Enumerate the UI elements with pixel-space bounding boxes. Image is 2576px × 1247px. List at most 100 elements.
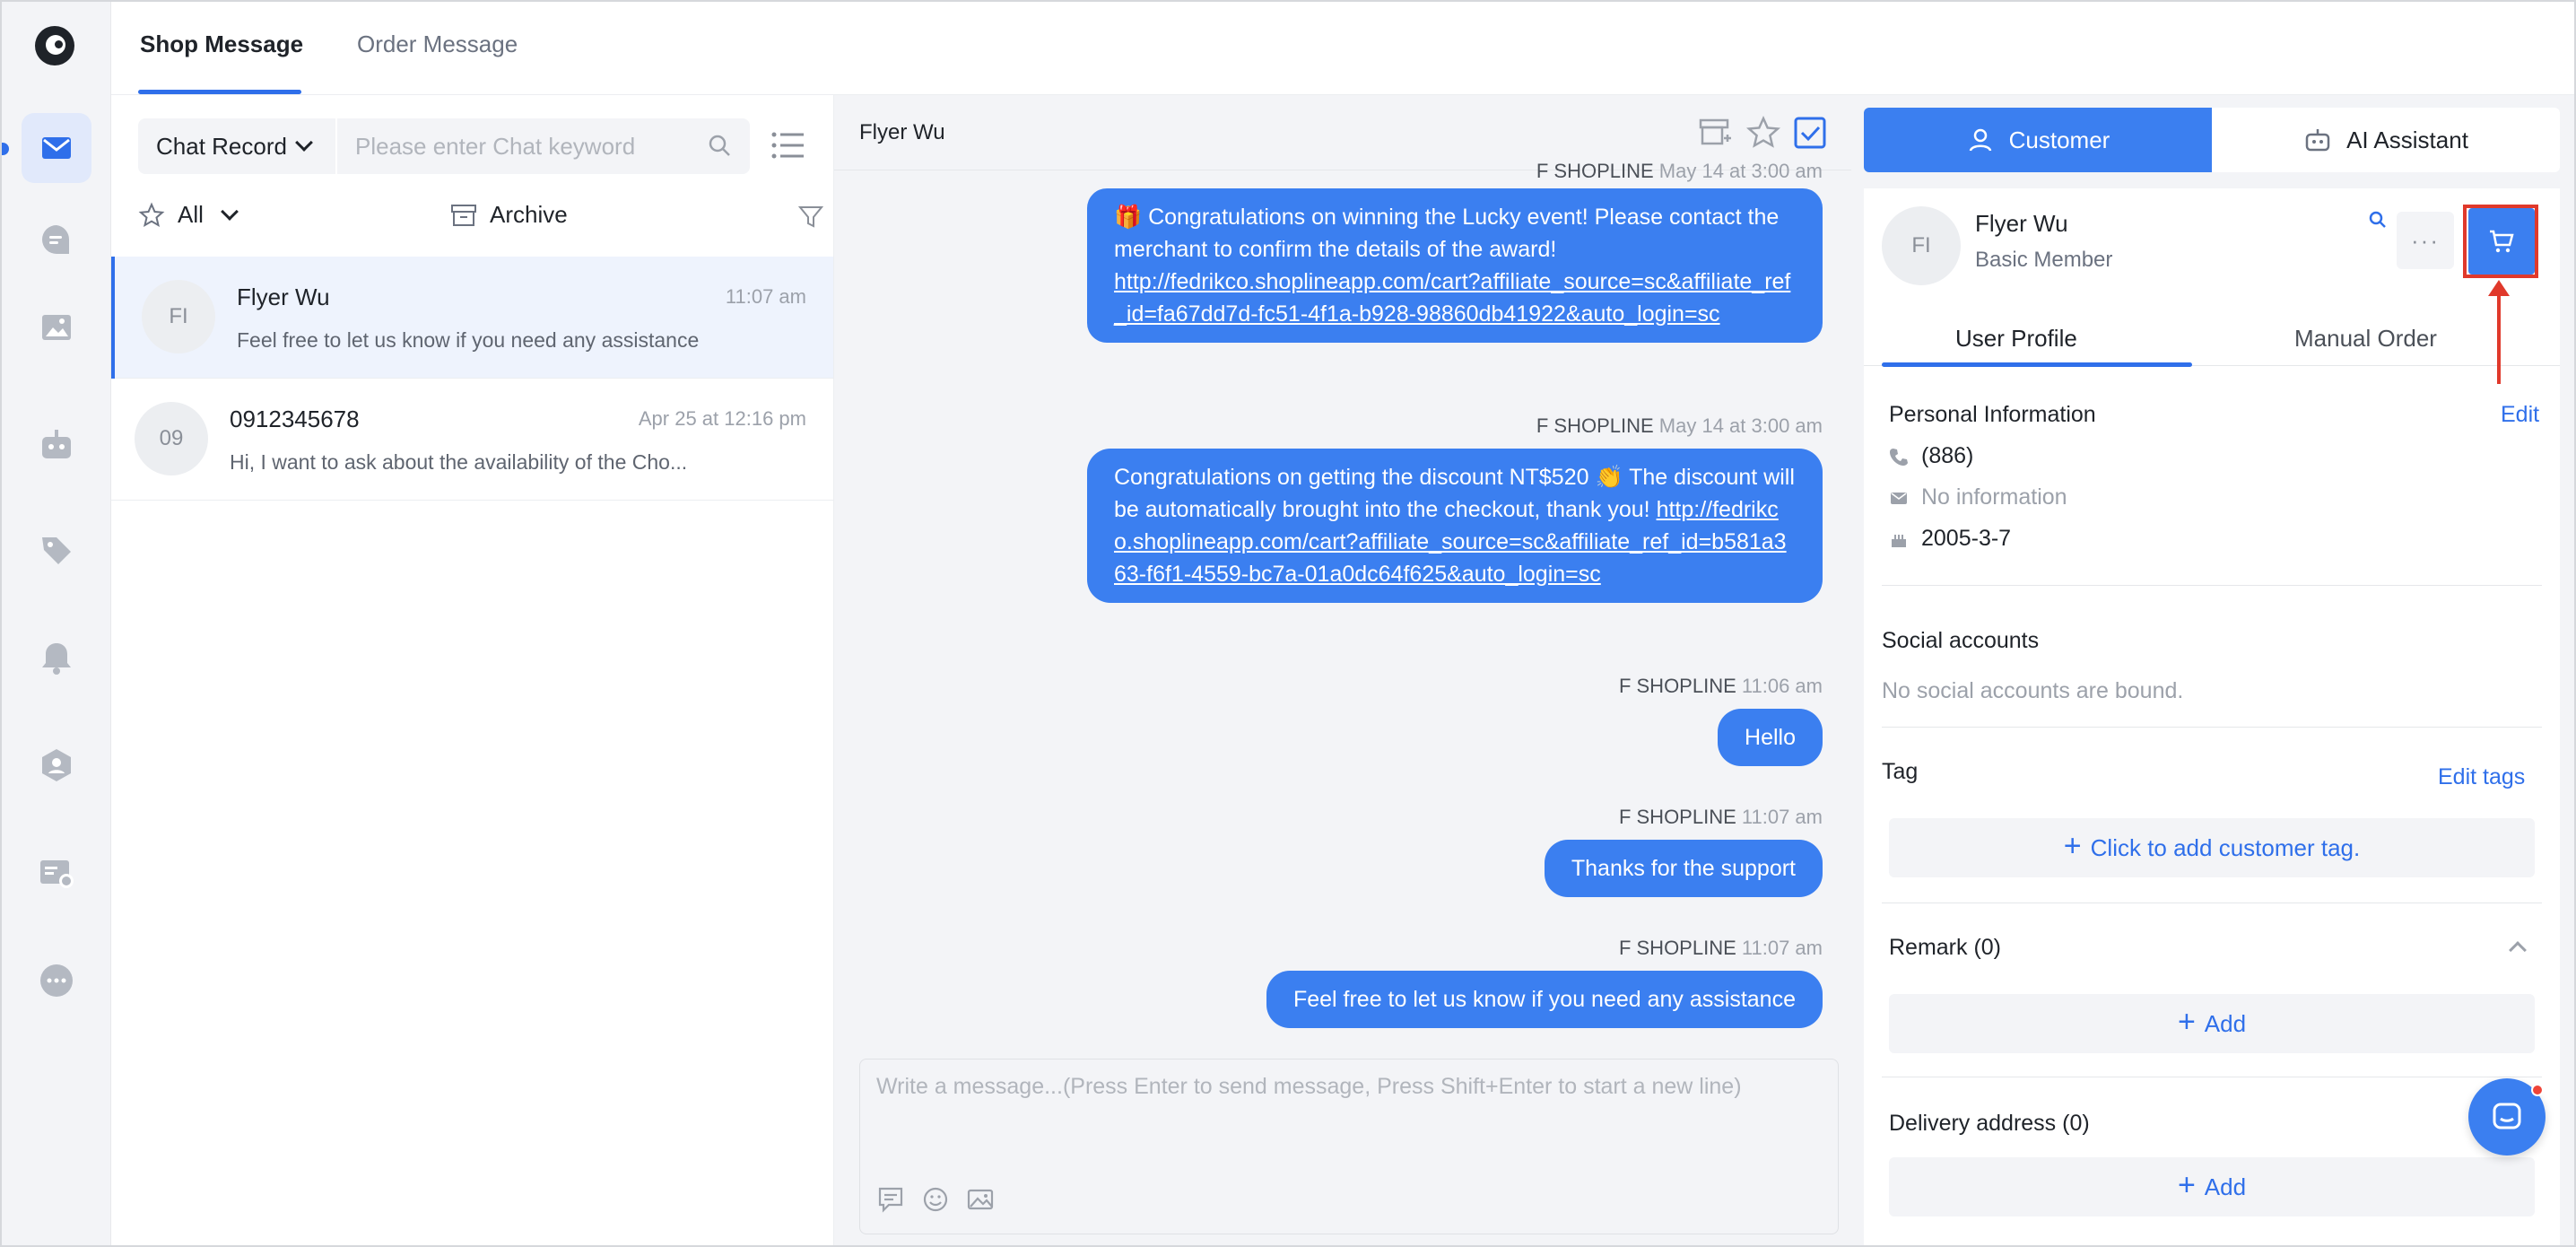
phone-icon bbox=[1890, 448, 1908, 466]
chat-record-select[interactable]: Chat Record bbox=[138, 118, 335, 174]
conversation-preview: Hi, I want to ask about the availability… bbox=[230, 450, 688, 474]
message-time: 11:07 am bbox=[1741, 937, 1823, 959]
tab-manual-order[interactable]: Manual Order bbox=[2294, 325, 2437, 353]
settings-chat-icon[interactable] bbox=[22, 838, 91, 908]
user-icon bbox=[1969, 128, 1991, 152]
star-filter-label: All bbox=[178, 201, 204, 228]
edit-personal-info-link[interactable]: Edit bbox=[2501, 402, 2539, 428]
remark-title: Remark (0) bbox=[1889, 935, 2002, 960]
filter-row: All Archive bbox=[138, 201, 824, 237]
conversation-name: Flyer Wu bbox=[237, 283, 330, 310]
messages-icon[interactable] bbox=[22, 113, 91, 183]
tab-order-message[interactable]: Order Message bbox=[357, 31, 518, 58]
delivery-address-title: Delivery address (0) bbox=[1889, 1111, 2090, 1136]
robot-icon bbox=[2305, 129, 2330, 152]
add-remark-button[interactable]: + Add bbox=[1889, 994, 2535, 1053]
add-customer-tag-button[interactable]: + Click to add customer tag. bbox=[1889, 818, 2535, 877]
message-time: May 14 at 3:00 am bbox=[1658, 414, 1823, 437]
message-meta: F SHOPLINE May 14 at 3:00 am bbox=[1536, 414, 1823, 438]
image-icon[interactable] bbox=[22, 292, 91, 362]
add-delivery-address-button[interactable]: + Add bbox=[1889, 1157, 2535, 1216]
list-view-icon[interactable] bbox=[770, 129, 805, 161]
collapse-caret-icon[interactable] bbox=[2509, 941, 2527, 959]
tab-ai-assistant[interactable]: AI Assistant bbox=[2212, 108, 2560, 172]
birthday-value: 2005-3-7 bbox=[1921, 526, 2012, 551]
message-link[interactable]: http://fedrikco.shoplineapp.com/cart?aff… bbox=[1114, 269, 1790, 327]
personal-info-title: Personal Information bbox=[1889, 402, 2096, 427]
filter-funnel-icon[interactable] bbox=[796, 203, 825, 231]
quick-reply-icon[interactable] bbox=[876, 1185, 905, 1214]
add-note-icon[interactable] bbox=[1697, 115, 1733, 151]
avatar: FI bbox=[142, 280, 215, 353]
message-input[interactable] bbox=[860, 1060, 1838, 1167]
app-window: Shop Message Order Message Chat Record A… bbox=[0, 0, 2576, 1247]
conversation-time: 11:07 am bbox=[725, 285, 806, 308]
email-value: No information bbox=[1921, 484, 2067, 510]
add-delivery-address-label: Add bbox=[2204, 1173, 2247, 1200]
conversation-name: 0912345678 bbox=[230, 405, 360, 432]
robot-icon[interactable] bbox=[22, 409, 91, 479]
side-tabs: Customer AI Assistant bbox=[1864, 108, 2560, 172]
tab-customer-label: Customer bbox=[2008, 126, 2110, 153]
message-time: 11:06 am bbox=[1741, 675, 1823, 697]
chat-record-select-value: Chat Record bbox=[156, 132, 287, 160]
message-bubble: Thanks for the support bbox=[1544, 840, 1823, 897]
conversation-item[interactable]: 09 0912345678 Apr 25 at 12:16 pm Hi, I w… bbox=[111, 379, 833, 501]
more-icon[interactable] bbox=[22, 946, 91, 1016]
link-account-icon[interactable] bbox=[2368, 210, 2388, 230]
active-tab-underline bbox=[1882, 362, 2192, 367]
membership-level: Basic Member bbox=[1975, 248, 2113, 272]
message-sender: F SHOPLINE bbox=[1618, 937, 1736, 959]
archive-label: Archive bbox=[490, 201, 568, 228]
tags-icon[interactable] bbox=[22, 515, 91, 585]
message-text: 🎁 Congratulations on winning the Lucky e… bbox=[1114, 205, 1780, 262]
bell-icon[interactable] bbox=[22, 623, 91, 693]
message-sender: F SHOPLINE bbox=[1536, 160, 1654, 182]
tab-ai-assistant-label: AI Assistant bbox=[2346, 126, 2468, 153]
birthday-cake-icon bbox=[1892, 534, 1906, 547]
star-icon bbox=[138, 202, 165, 227]
message-sender: F SHOPLINE bbox=[1618, 806, 1736, 828]
tab-customer[interactable]: Customer bbox=[1864, 108, 2212, 172]
divider bbox=[1882, 585, 2542, 586]
add-customer-tag-label: Click to add customer tag. bbox=[2090, 833, 2361, 861]
top-tab-bar: Shop Message Order Message bbox=[111, 2, 2574, 95]
archive-button[interactable]: Archive bbox=[450, 201, 568, 229]
contact-icon[interactable] bbox=[22, 730, 91, 800]
tab-user-profile[interactable]: User Profile bbox=[1955, 325, 2077, 353]
chat-widget-icon bbox=[2493, 1103, 2521, 1129]
star-icon[interactable] bbox=[1745, 115, 1781, 151]
message-sender: F SHOPLINE bbox=[1618, 675, 1736, 697]
chat-keyword-search-input[interactable] bbox=[337, 118, 750, 174]
emoji-icon[interactable] bbox=[921, 1185, 950, 1214]
search-icon[interactable] bbox=[707, 133, 732, 158]
highlight-box bbox=[2463, 205, 2538, 278]
active-tab-underline bbox=[138, 90, 301, 94]
customer-card: FI Flyer Wu Basic Member ··· User Profil… bbox=[1864, 188, 2560, 1245]
customer-name: Flyer Wu bbox=[1975, 210, 2068, 237]
mark-resolved-icon[interactable] bbox=[1792, 115, 1828, 151]
more-options-button[interactable]: ··· bbox=[2397, 212, 2454, 269]
birthday-row: 2005-3-7 bbox=[1889, 526, 2011, 552]
arrow-line bbox=[2497, 289, 2501, 384]
chat-panel: Flyer Wu F SHOPLINE May 14 at 3:00 am 🎁 … bbox=[834, 95, 1851, 1245]
chat-title: Flyer Wu bbox=[859, 120, 945, 144]
message-time: 11:07 am bbox=[1741, 806, 1823, 828]
star-filter-dropdown[interactable]: All bbox=[138, 201, 239, 229]
conversation-list-panel: Chat Record All Archive FI Flyer Wu 11:0… bbox=[111, 95, 834, 1245]
image-upload-icon[interactable] bbox=[966, 1185, 995, 1214]
message-bubble: Congratulations on getting the discount … bbox=[1087, 449, 1823, 603]
avatar: FI bbox=[1882, 206, 1961, 285]
conversation-item[interactable]: FI Flyer Wu 11:07 am Feel free to let us… bbox=[111, 257, 833, 379]
chat-bubble-icon[interactable] bbox=[22, 205, 91, 275]
phone-value: (886) bbox=[1921, 443, 1974, 468]
edit-tags-link[interactable]: Edit tags bbox=[2438, 764, 2525, 790]
mail-icon bbox=[1891, 492, 1907, 504]
tab-shop-message[interactable]: Shop Message bbox=[140, 31, 303, 58]
message-meta: F SHOPLINE 11:06 am bbox=[1619, 675, 1823, 698]
nav-rail bbox=[2, 2, 111, 1245]
message-composer bbox=[859, 1059, 1839, 1234]
conversation-preview: Feel free to let us know if you need any… bbox=[237, 328, 700, 352]
message-bubble: 🎁 Congratulations on winning the Lucky e… bbox=[1087, 188, 1823, 343]
divider bbox=[1882, 727, 2542, 728]
